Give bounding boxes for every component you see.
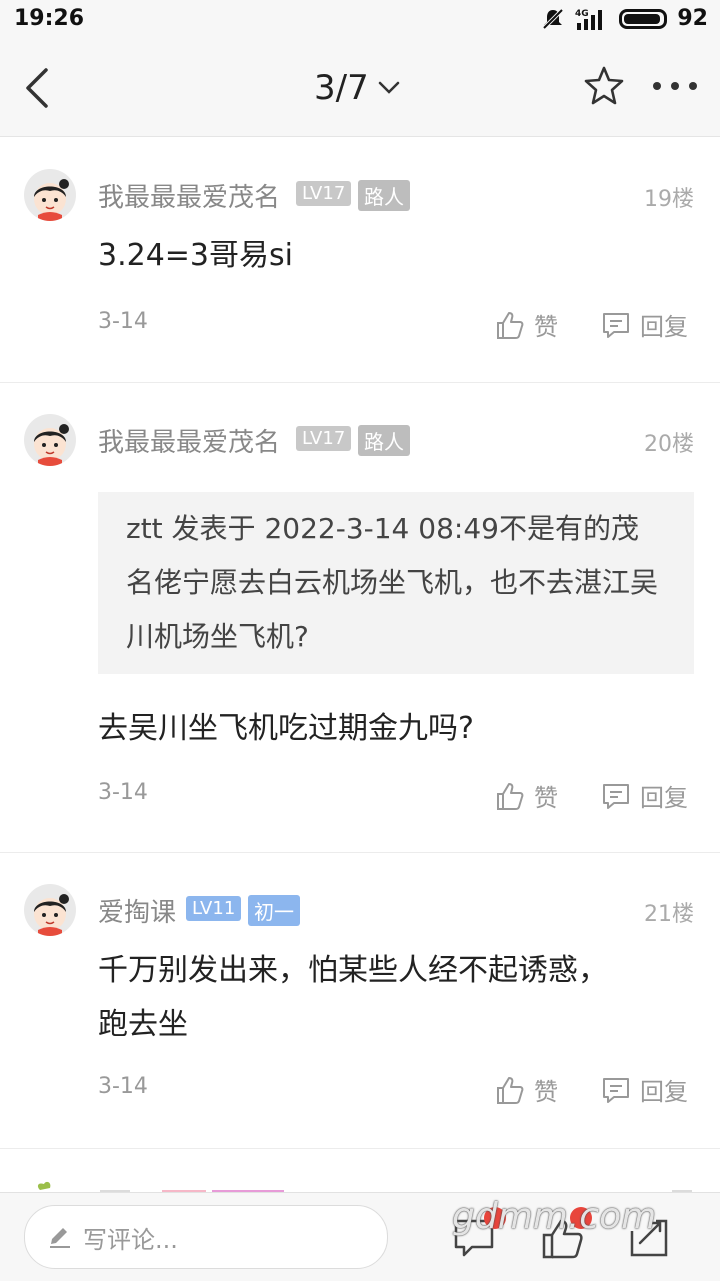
status-bar: 19:26 4G 92 — [0, 0, 720, 40]
reply-label: 回复 — [640, 784, 688, 812]
favorite-star-icon[interactable] — [582, 64, 626, 108]
page-selector[interactable]: 3/7 — [314, 68, 401, 108]
reply-button[interactable]: 回复 — [600, 1072, 688, 1107]
reply-post: 我最最最爱茂名 LV17 路人 19楼 3.24=3哥易si 3-14 赞 回复 — [0, 137, 720, 383]
reply-label: 回复 — [640, 313, 688, 341]
reply-label: 回复 — [640, 1078, 688, 1106]
avatar[interactable] — [24, 884, 76, 936]
chevron-down-icon — [378, 81, 399, 94]
floor-number: 21楼 — [644, 902, 694, 927]
like-button[interactable]: 赞 — [494, 778, 558, 813]
level-badge: LV17 — [296, 181, 352, 206]
like-label: 赞 — [534, 1078, 558, 1106]
floor-number: 20楼 — [644, 432, 694, 457]
like-label: 赞 — [534, 784, 558, 812]
battery-level: 92 — [677, 6, 708, 31]
post-content: 3.24=3哥易si — [98, 238, 293, 273]
floor-number: 19楼 — [644, 187, 694, 212]
username[interactable]: 我最最最爱茂名 — [98, 422, 280, 459]
like-button[interactable]: 赞 — [494, 1072, 558, 1107]
battery-icon — [619, 8, 668, 29]
comment-input[interactable]: 写评论... — [24, 1205, 388, 1269]
status-time: 19:26 — [14, 6, 85, 31]
signal-icon: 4G — [575, 9, 603, 30]
level-badge: LV17 — [296, 426, 352, 451]
comment-icon — [603, 783, 629, 809]
avatar[interactable] — [24, 169, 76, 221]
like-label: 赞 — [534, 313, 558, 341]
comment-icon — [603, 312, 629, 338]
reply-post: 爱掏课 LV11 初一 21楼 千万别发出来，怕某些人经不起诱惑，跑去坐 3-1… — [0, 852, 720, 1149]
like-button[interactable]: 赞 — [494, 307, 558, 342]
status-icons: 4G 92 — [541, 6, 708, 31]
role-badge: 初一 — [248, 895, 300, 926]
svg-text:4G: 4G — [575, 9, 589, 19]
username[interactable]: 爱掏课 — [98, 892, 176, 929]
more-options-icon[interactable] — [650, 76, 700, 96]
back-arrow-icon[interactable] — [20, 66, 56, 110]
reply-button[interactable]: 回复 — [600, 307, 688, 342]
post-date: 3-14 — [98, 780, 148, 805]
comment-icon — [603, 1077, 629, 1103]
post-date: 3-14 — [98, 309, 148, 334]
quoted-reply[interactable]: ztt 发表于 2022-3-14 08:49不是有的茂名佬宁愿去白云机场坐飞机… — [98, 492, 694, 674]
thumbs-up-icon — [497, 311, 524, 339]
username[interactable]: 我最最最爱茂名 — [98, 177, 280, 214]
watermark: gdmm.com — [452, 1196, 657, 1237]
avatar[interactable] — [24, 414, 76, 466]
reply-button[interactable]: 回复 — [600, 778, 688, 813]
post-content: 去吴川坐飞机吃过期金九吗? — [98, 711, 474, 746]
top-nav-bar: 3/7 — [0, 40, 720, 137]
role-badge: 路人 — [358, 180, 410, 211]
level-badge: LV11 — [186, 896, 242, 921]
pencil-icon — [50, 1228, 70, 1248]
mute-icon — [542, 8, 564, 29]
comment-placeholder: 写评论... — [83, 1225, 178, 1254]
thumbs-up-icon — [497, 782, 524, 810]
page-indicator: 3/7 — [314, 68, 369, 108]
reply-post: 我最最最爱茂名 LV17 路人 20楼 ztt 发表于 2022-3-14 08… — [0, 382, 720, 853]
thumbs-up-icon — [497, 1076, 524, 1104]
post-date: 3-14 — [98, 1074, 148, 1099]
post-content: 千万别发出来，怕某些人经不起诱惑，跑去坐 — [98, 953, 608, 1042]
role-badge: 路人 — [358, 425, 410, 456]
